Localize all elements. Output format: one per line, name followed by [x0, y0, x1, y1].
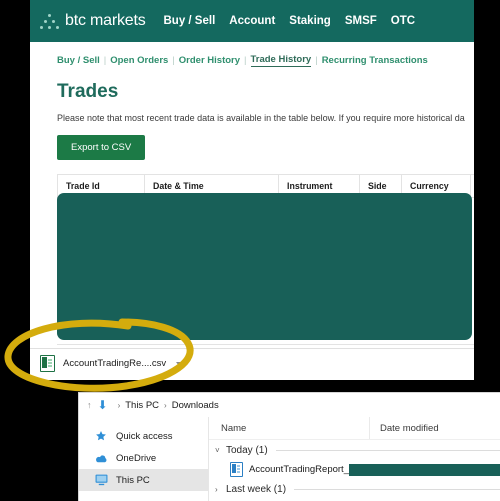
- group-divider: [275, 449, 500, 451]
- file-group-last-week[interactable]: › Last week (1): [209, 479, 500, 499]
- page-title: Trades: [57, 81, 119, 102]
- up-arrow-icon[interactable]: ↑: [87, 400, 92, 410]
- group-divider: [294, 488, 500, 490]
- export-to-csv-button[interactable]: Export to CSV: [57, 135, 146, 160]
- btc-markets-logo-icon: [40, 13, 60, 29]
- excel-csv-icon: [230, 462, 243, 477]
- page-content: Trades Please note that most recent trad…: [30, 81, 474, 198]
- download-bar: AccountTradingRe....csv: [30, 348, 474, 378]
- monitor-icon: [95, 474, 109, 486]
- subnav-separator: |: [244, 55, 247, 66]
- nav-item-onedrive[interactable]: OneDrive: [79, 447, 208, 469]
- nav-item-account[interactable]: Account: [229, 15, 275, 27]
- site-header: btc markets Buy / Sell Account Staking S…: [30, 0, 474, 42]
- file-list-item[interactable]: AccountTradingReport_: [209, 460, 500, 479]
- page-note: Please note that most recent trade data …: [57, 113, 465, 123]
- breadcrumb-this-pc[interactable]: This PC: [125, 400, 159, 411]
- nav-item-this-pc[interactable]: This PC: [79, 469, 208, 491]
- subnav-item-trade-history[interactable]: Trade History: [250, 54, 312, 67]
- subnav-item-buy-sell[interactable]: Buy / Sell: [57, 55, 100, 66]
- file-name: AccountTradingReport_: [249, 464, 349, 475]
- file-group-label: Today (1): [226, 444, 268, 456]
- main-nav: Buy / Sell Account Staking SMSF OTC: [164, 15, 416, 27]
- breadcrumb-separator: ›: [164, 400, 167, 410]
- navigation-pane: Quick access OneDrive This PC: [79, 417, 209, 501]
- logo-text: btc markets: [65, 12, 146, 29]
- breadcrumb-downloads[interactable]: Downloads: [172, 400, 219, 411]
- nav-item-label: OneDrive: [116, 452, 157, 464]
- nav-item-otc[interactable]: OTC: [391, 15, 415, 27]
- subnav-item-open-orders[interactable]: Open Orders: [110, 55, 168, 66]
- file-group-label: Last week (1): [226, 483, 287, 495]
- sub-navigation: Buy / Sell | Open Orders | Order History…: [30, 42, 474, 67]
- star-icon: [95, 430, 109, 442]
- chevron-right-icon[interactable]: ›: [215, 485, 226, 494]
- subnav-item-order-history[interactable]: Order History: [179, 55, 240, 66]
- table-bottom-border: [57, 344, 474, 345]
- subnav-separator: |: [315, 55, 318, 66]
- column-header-price[interactable]: Price: [470, 174, 474, 198]
- column-header-name[interactable]: Name: [209, 423, 369, 434]
- file-explorer-window: ↑ ⬇ › This PC › Downloads Quick access O…: [78, 392, 500, 501]
- chevron-down-icon[interactable]: [176, 361, 183, 366]
- nav-item-quick-access[interactable]: Quick access: [79, 425, 208, 447]
- nav-item-smsf[interactable]: SMSF: [345, 15, 377, 27]
- cloud-icon: [95, 453, 109, 464]
- file-list-header: Name Date modified: [209, 417, 500, 440]
- redacted-file-name: [348, 463, 500, 476]
- column-header-date-modified[interactable]: Date modified: [369, 417, 439, 439]
- file-list-pane: Name Date modified ˅ Today (1) AccountTr…: [209, 417, 500, 501]
- address-bar[interactable]: ↑ ⬇ › This PC › Downloads: [79, 393, 500, 417]
- site-logo[interactable]: btc markets: [40, 12, 146, 30]
- download-arrow-icon: ⬇: [97, 398, 108, 412]
- redacted-table-body: [57, 193, 472, 340]
- backdrop-strip: [474, 370, 500, 382]
- nav-item-label: Quick access: [116, 430, 173, 442]
- chevron-down-icon[interactable]: ˅: [215, 446, 226, 455]
- file-group-today[interactable]: ˅ Today (1): [209, 440, 500, 460]
- download-file-name[interactable]: AccountTradingRe....csv: [63, 358, 166, 369]
- subnav-item-recurring-transactions[interactable]: Recurring Transactions: [322, 55, 428, 66]
- excel-csv-icon: [40, 355, 55, 372]
- nav-item-buy-sell[interactable]: Buy / Sell: [164, 15, 216, 27]
- breadcrumb-separator: ›: [117, 400, 121, 410]
- subnav-separator: |: [172, 55, 175, 66]
- subnav-separator: |: [103, 55, 107, 66]
- nav-item-label: This PC: [116, 474, 150, 486]
- nav-item-staking[interactable]: Staking: [289, 15, 331, 27]
- explorer-body: Quick access OneDrive This PC Name Date …: [79, 417, 500, 501]
